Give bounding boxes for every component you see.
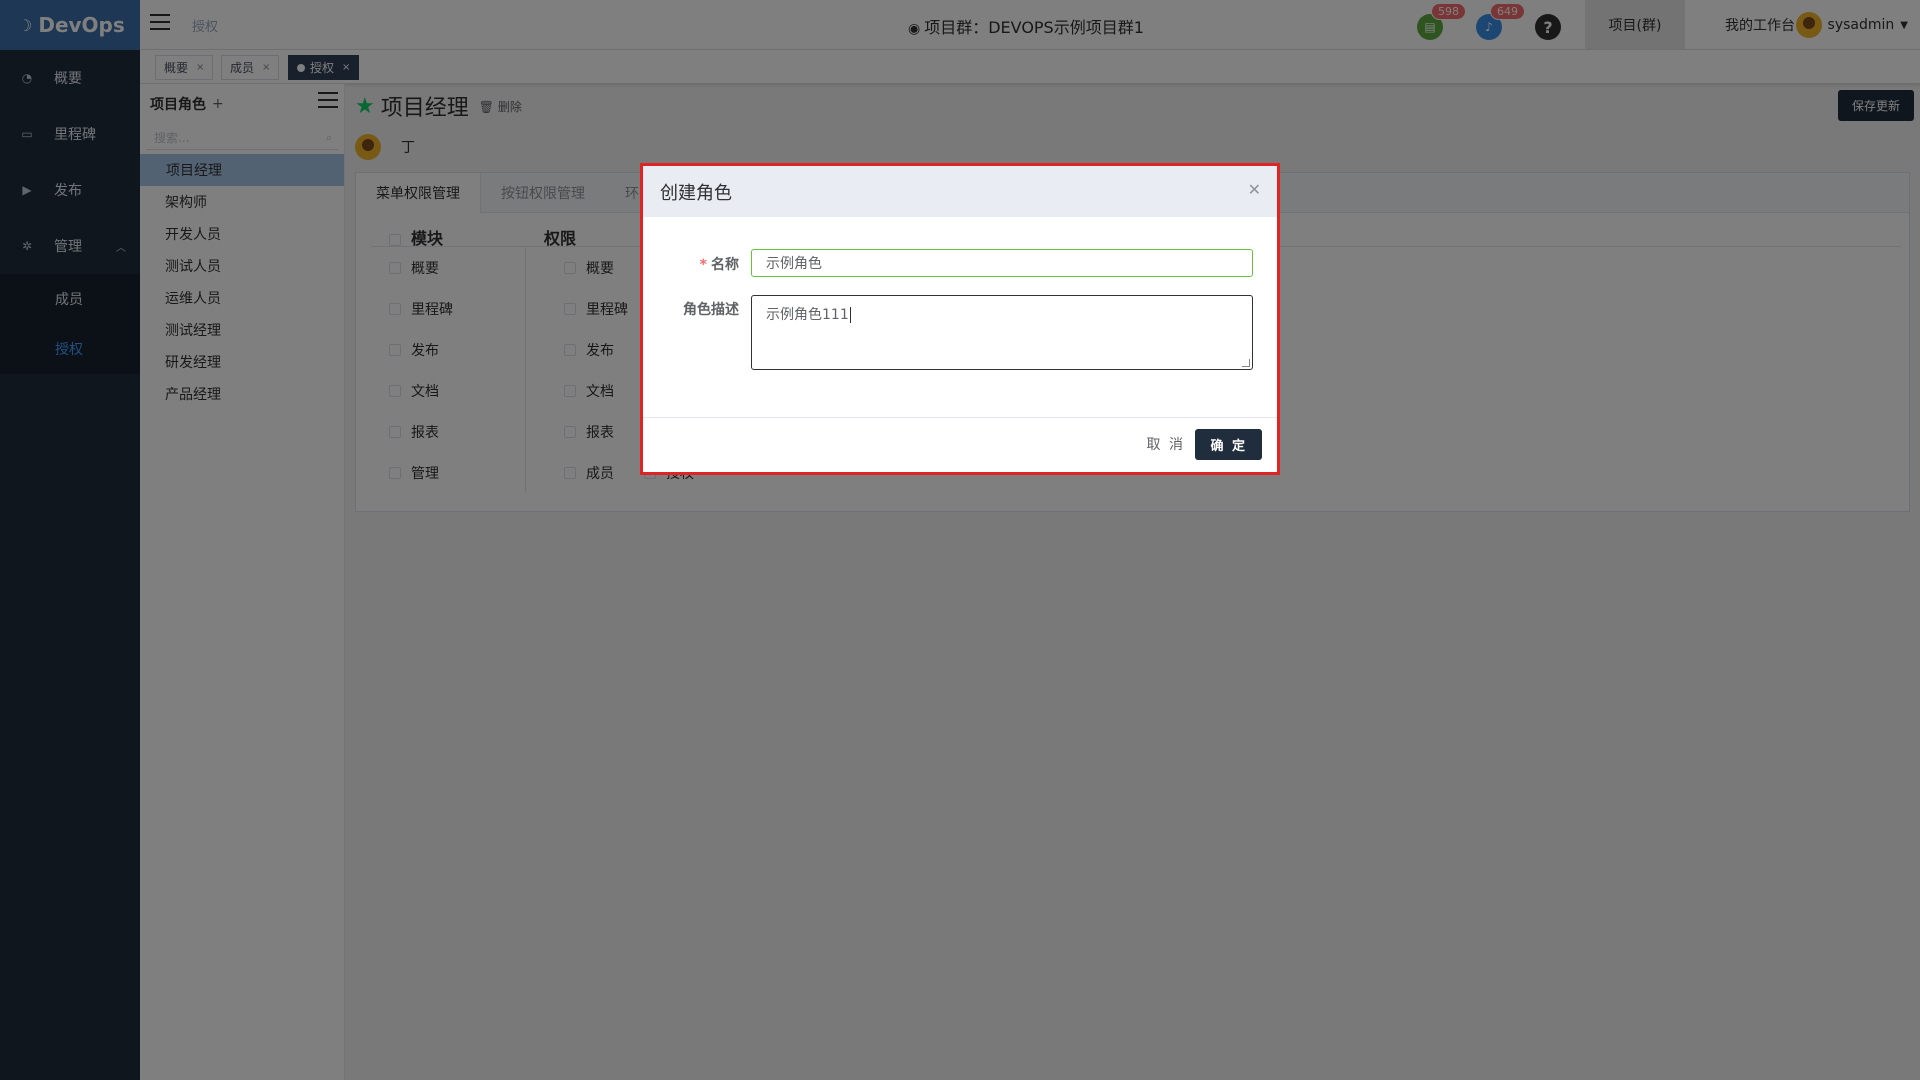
required-mark: * — [699, 257, 707, 273]
close-icon[interactable]: ✕ — [1248, 180, 1261, 199]
name-input[interactable]: 示例角色 — [751, 249, 1253, 277]
dialog-title: 创建角色 — [660, 182, 732, 204]
create-role-dialog: 创建角色 ✕ * 名称 示例角色 角色描述 示例角色111 取 消 确 定 — [640, 163, 1280, 475]
text-caret — [849, 307, 851, 323]
dialog-footer: 取 消 确 定 — [643, 417, 1277, 472]
modal-overlay[interactable] — [0, 0, 1920, 1080]
desc-field: 角色描述 示例角色111 — [643, 295, 1253, 370]
dialog-header: 创建角色 ✕ — [643, 166, 1277, 217]
desc-value: 示例角色111 — [766, 307, 849, 323]
name-field: * 名称 示例角色 — [643, 249, 1253, 277]
desc-textarea[interactable]: 示例角色111 — [751, 295, 1253, 370]
desc-label: 角色描述 — [683, 302, 739, 318]
confirm-button[interactable]: 确 定 — [1195, 429, 1262, 460]
name-label-text: 名称 — [711, 257, 739, 273]
name-label: * 名称 — [643, 249, 751, 277]
cancel-button[interactable]: 取 消 — [1147, 434, 1185, 454]
resize-handle-icon[interactable] — [1242, 359, 1250, 367]
